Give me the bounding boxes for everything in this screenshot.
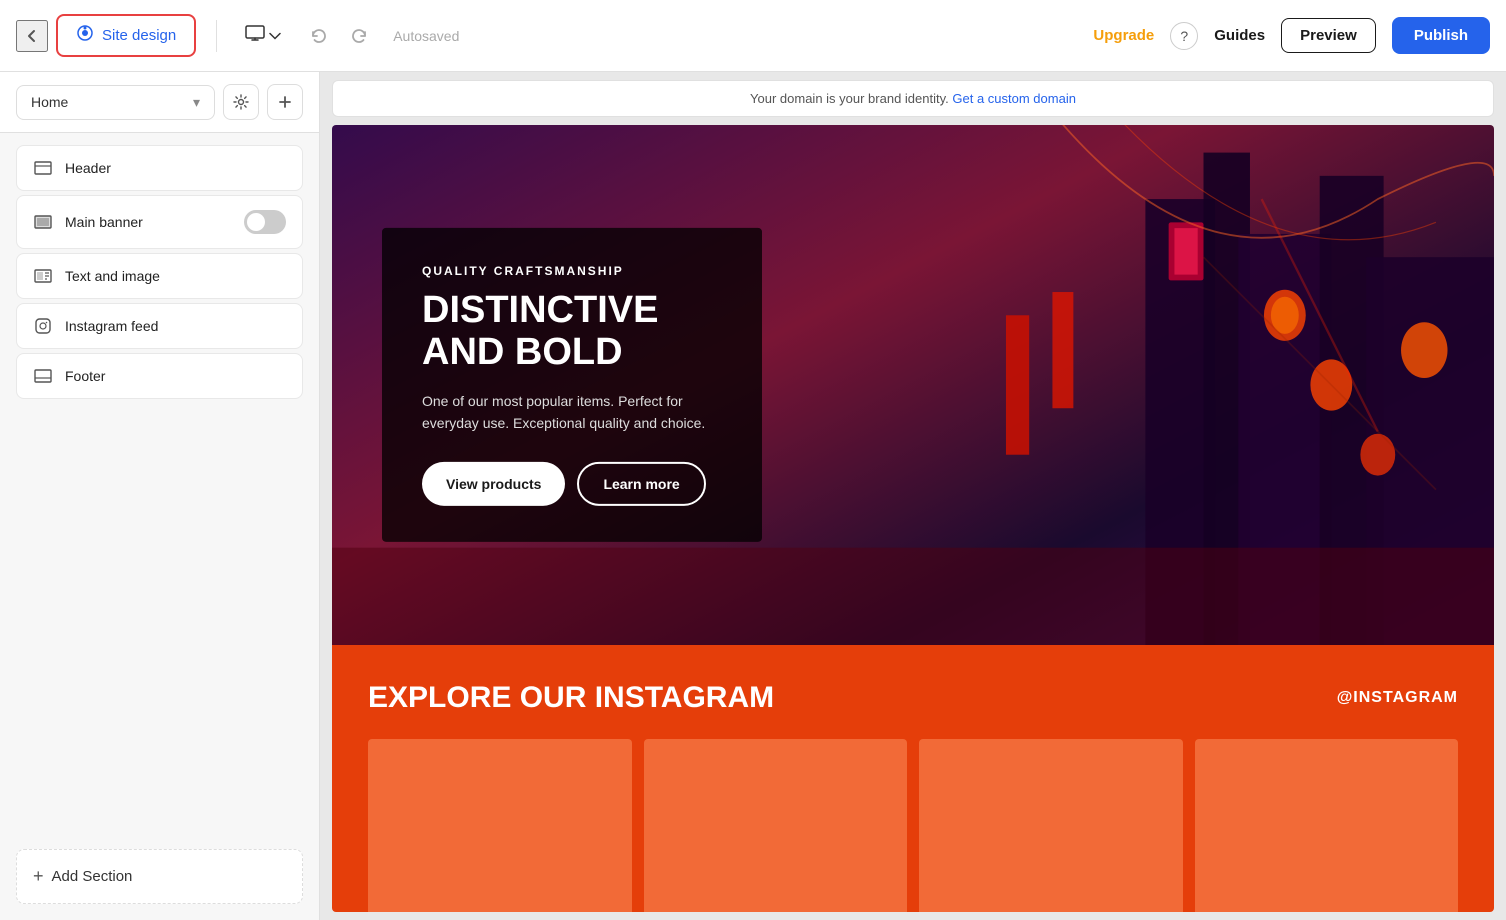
- topbar: Site design Autosaved Upgrade ? Guides P…: [0, 0, 1506, 72]
- hero-subtitle: QUALITY CRAFTSMANSHIP: [422, 264, 722, 278]
- canvas-frame[interactable]: QUALITY CRAFTSMANSHIP DISTINCTIVE AND BO…: [332, 125, 1494, 912]
- learn-more-button[interactable]: Learn more: [577, 462, 705, 506]
- guides-button[interactable]: Guides: [1214, 27, 1265, 44]
- main-banner-toggle[interactable]: [244, 210, 286, 234]
- redo-button[interactable]: [341, 18, 377, 54]
- hero-description: One of our most popular items. Perfect f…: [422, 389, 722, 434]
- instagram-title: EXPLORE OUR INSTAGRAM: [368, 681, 774, 715]
- instagram-header: EXPLORE OUR INSTAGRAM @INSTAGRAM: [368, 681, 1458, 715]
- sidebar-item-main-banner[interactable]: Main banner: [16, 195, 303, 249]
- sidebar-item-instagram-feed[interactable]: Instagram feed: [16, 303, 303, 349]
- sidebar-item-label: Header: [65, 160, 286, 176]
- hero-content-box: QUALITY CRAFTSMANSHIP DISTINCTIVE AND BO…: [382, 228, 762, 542]
- back-button[interactable]: [16, 20, 48, 52]
- add-page-button[interactable]: [267, 84, 303, 120]
- sidebar-item-label: Main banner: [65, 214, 232, 230]
- monitor-icon: [245, 25, 265, 46]
- undo-button[interactable]: [301, 18, 337, 54]
- sidebar-item-label: Instagram feed: [65, 318, 286, 334]
- view-products-button[interactable]: View products: [422, 462, 565, 506]
- sidebar-item-header[interactable]: Header: [16, 145, 303, 191]
- upgrade-button[interactable]: Upgrade: [1093, 27, 1154, 44]
- palette-icon: [76, 24, 94, 47]
- domain-notice-bar: Your domain is your brand identity. Get …: [332, 80, 1494, 117]
- publish-button[interactable]: Publish: [1392, 17, 1490, 54]
- help-button[interactable]: ?: [1170, 22, 1198, 50]
- topbar-left: Site design: [16, 14, 196, 57]
- footer-icon: [33, 369, 53, 383]
- chevron-down-icon: [269, 27, 281, 45]
- header-icon: [33, 161, 53, 175]
- topbar-right: Upgrade ? Guides Preview Publish: [1093, 17, 1490, 54]
- instagram-thumb-1[interactable]: [368, 739, 632, 912]
- text-image-icon: [33, 269, 53, 283]
- sidebar-item-footer[interactable]: Footer: [16, 353, 303, 399]
- instagram-thumb-3[interactable]: [919, 739, 1183, 912]
- plus-icon: +: [33, 866, 44, 887]
- sidebar-sections: Header Main banner Text and image: [0, 133, 319, 849]
- instagram-icon: [33, 318, 53, 334]
- hero-title: DISTINCTIVE AND BOLD: [422, 290, 722, 374]
- banner-icon: [33, 215, 53, 229]
- site-design-button[interactable]: Site design: [56, 14, 196, 57]
- chevron-down-icon: ▾: [193, 94, 200, 111]
- sidebar-header: Home ▾: [0, 72, 319, 133]
- main-layout: Home ▾ Header Mai: [0, 72, 1506, 920]
- instagram-section: EXPLORE OUR INSTAGRAM @INSTAGRAM: [332, 645, 1494, 912]
- preview-button[interactable]: Preview: [1281, 18, 1376, 53]
- undo-redo-controls: [301, 18, 377, 54]
- sidebar-item-label: Text and image: [65, 268, 286, 284]
- page-settings-button[interactable]: [223, 84, 259, 120]
- hero-buttons: View products Learn more: [422, 462, 722, 506]
- autosaved-status: Autosaved: [393, 28, 459, 44]
- divider: [216, 20, 217, 52]
- instagram-grid: [368, 739, 1458, 912]
- instagram-thumb-2[interactable]: [644, 739, 908, 912]
- sidebar: Home ▾ Header Mai: [0, 72, 320, 920]
- get-custom-domain-link[interactable]: Get a custom domain: [952, 91, 1076, 106]
- sidebar-item-text-and-image[interactable]: Text and image: [16, 253, 303, 299]
- page-selector[interactable]: Home ▾: [16, 85, 215, 120]
- sidebar-item-label: Footer: [65, 368, 286, 384]
- canvas-area: Your domain is your brand identity. Get …: [320, 72, 1506, 920]
- instagram-thumb-4[interactable]: [1195, 739, 1459, 912]
- instagram-handle: @INSTAGRAM: [1337, 689, 1458, 707]
- hero-section: QUALITY CRAFTSMANSHIP DISTINCTIVE AND BO…: [332, 125, 1494, 645]
- device-selector[interactable]: [237, 19, 289, 52]
- add-section-button[interactable]: + Add Section: [16, 849, 303, 904]
